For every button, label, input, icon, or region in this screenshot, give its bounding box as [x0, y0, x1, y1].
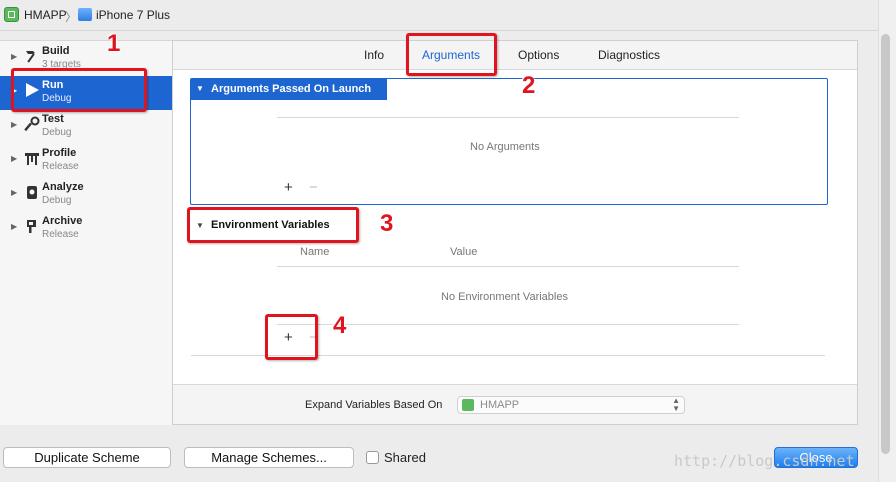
duplicate-scheme-button[interactable]: Duplicate Scheme [3, 447, 171, 468]
arguments-section-header[interactable]: ▼ Arguments Passed On Launch [191, 79, 387, 100]
disclosure-triangle-icon[interactable]: ▶ [11, 188, 17, 197]
tab-diagnostics[interactable]: Diagnostics [598, 48, 660, 62]
breadcrumb-separator: 〉 [65, 10, 78, 24]
shared-label: Shared [384, 450, 426, 465]
disclosure-triangle-icon[interactable]: ▶ [11, 154, 17, 163]
expand-variables-label: Expand Variables Based On [305, 399, 443, 411]
instruments-icon [24, 150, 40, 166]
arguments-group: ▼ Arguments Passed On Launch No Argument… [190, 78, 828, 205]
sidebar-item-sublabel: Release [42, 161, 79, 172]
annotation-box-2 [406, 33, 497, 76]
device-icon [78, 8, 92, 21]
archive-icon [24, 218, 40, 234]
tab-options[interactable]: Options [518, 48, 559, 62]
disclosure-triangle-icon[interactable]: ▶ [11, 52, 17, 61]
no-env-vars-text: No Environment Variables [441, 291, 568, 303]
sidebar-item-profile[interactable]: ▶ Profile Release [0, 144, 172, 178]
add-argument-button[interactable]: + [284, 180, 293, 195]
sidebar-item-label: Test [42, 113, 64, 125]
wrench-icon [24, 116, 40, 132]
annotation-box-4 [265, 314, 318, 360]
shared-checkbox[interactable] [366, 451, 379, 464]
divider [277, 117, 739, 118]
breadcrumb-device[interactable]: iPhone 7 Plus [96, 8, 170, 22]
expand-variables-popup[interactable]: HMAPP ▲ ▼ [457, 396, 685, 414]
sidebar-item-label: Profile [42, 147, 77, 159]
sidebar-item-archive[interactable]: ▶ Archive Release [0, 212, 172, 246]
arguments-section-title: Arguments Passed On Launch [211, 83, 372, 95]
sidebar-item-test[interactable]: ▶ Test Debug [0, 110, 172, 144]
annotation-number-3: 3 [380, 210, 394, 237]
annotation-box-1 [11, 68, 147, 112]
disclosure-triangle-icon[interactable]: ▶ [11, 120, 17, 129]
hammer-icon [24, 48, 40, 64]
app-icon [4, 7, 19, 22]
sidebar-item-sublabel: Debug [42, 127, 72, 138]
annotation-box-3 [187, 207, 359, 243]
tab-info[interactable]: Info [364, 48, 384, 62]
annotation-number-4: 4 [333, 312, 347, 339]
expand-variables-value: HMAPP [480, 399, 520, 411]
env-column-value: Value [450, 246, 478, 258]
annotation-number-2: 2 [522, 72, 536, 99]
env-column-name: Name [300, 246, 330, 258]
sidebar-item-sublabel: Debug [42, 195, 72, 206]
sidebar-item-analyze[interactable]: ▶ Analyze Debug [0, 178, 172, 212]
manage-schemes-button[interactable]: Manage Schemes... [184, 447, 354, 468]
remove-argument-button[interactable]: − [309, 180, 318, 195]
annotation-number-1: 1 [107, 30, 121, 57]
breadcrumb-scheme[interactable]: HMAPP [24, 8, 67, 22]
window-scroll-thumb[interactable] [881, 34, 890, 454]
watermark-text: http://blog.csdn.net [674, 452, 855, 470]
no-arguments-text: No Arguments [470, 141, 540, 153]
disclosure-triangle-icon[interactable]: ▼ [196, 84, 204, 93]
analyze-icon [24, 184, 40, 200]
app-icon [462, 399, 474, 411]
chevron-updown-icon: ▲ ▼ [672, 396, 680, 413]
sidebar-item-label: Archive [42, 215, 83, 227]
sidebar-item-label: Analyze [42, 181, 84, 193]
divider [277, 266, 739, 267]
disclosure-triangle-icon[interactable]: ▶ [11, 222, 17, 231]
title-bar: HMAPP 〉 iPhone 7 Plus [0, 0, 896, 31]
sidebar-item-sublabel: Release [42, 229, 79, 240]
sidebar-item-label: Build [42, 45, 70, 57]
expand-variables-row: Expand Variables Based On HMAPP ▲ ▼ [173, 384, 857, 424]
